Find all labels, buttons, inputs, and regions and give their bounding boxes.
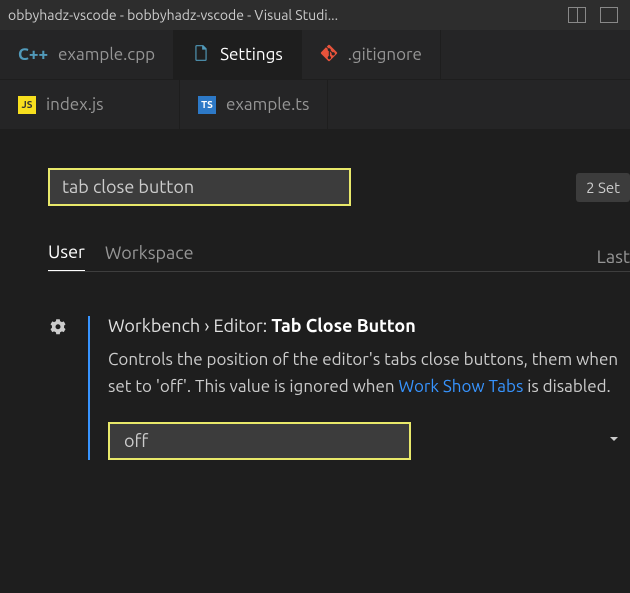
settings-search-input[interactable]: tab close button bbox=[48, 168, 351, 206]
divider bbox=[48, 271, 630, 272]
setting-title: Workbench › Editor: Tab Close Button bbox=[108, 316, 630, 336]
select-value: off bbox=[124, 431, 148, 451]
setting-description: Controls the position of the editor's ta… bbox=[108, 346, 630, 400]
editor-tabs-row-2: JS index.js TS example.ts bbox=[0, 80, 630, 130]
setting-name: Tab Close Button bbox=[271, 316, 415, 336]
setting-select-row: off bbox=[108, 422, 630, 460]
editor-tabs-row-1: C++ example.cpp Settings .gitignore bbox=[0, 30, 630, 80]
tab-example-ts[interactable]: TS example.ts bbox=[180, 80, 328, 129]
maximize-icon[interactable] bbox=[600, 7, 618, 23]
file-icon bbox=[192, 44, 210, 66]
tab-example-cpp[interactable]: C++ example.cpp bbox=[0, 30, 174, 79]
scope-user-tab[interactable]: User bbox=[48, 242, 85, 271]
window-title: obbyhadz-vscode - bobbyhadz-vscode - Vis… bbox=[8, 7, 338, 23]
tab-label: .gitignore bbox=[348, 45, 422, 64]
ts-icon: TS bbox=[198, 96, 216, 114]
setting-breadcrumb: Workbench › Editor: bbox=[108, 316, 267, 336]
split-editor-icon[interactable] bbox=[568, 7, 586, 23]
link-show-tabs[interactable]: Show Tabs bbox=[443, 377, 523, 396]
setting-content: Workbench › Editor: Tab Close Button Con… bbox=[88, 316, 630, 460]
scope-workspace-tab[interactable]: Workspace bbox=[105, 243, 194, 271]
tab-label: example.ts bbox=[226, 95, 309, 114]
gear-icon[interactable] bbox=[48, 324, 68, 342]
search-value: tab close button bbox=[62, 177, 194, 197]
tab-label: Settings bbox=[220, 45, 283, 64]
tab-gitignore[interactable]: .gitignore bbox=[302, 30, 441, 79]
tab-index-js[interactable]: JS index.js bbox=[0, 80, 180, 129]
setting-dropdown[interactable]: off bbox=[108, 422, 411, 460]
settings-search-row: tab close button 2 Set bbox=[48, 168, 630, 206]
tab-label: example.cpp bbox=[58, 45, 155, 64]
cpp-icon: C++ bbox=[18, 45, 48, 64]
chevron-down-icon[interactable] bbox=[598, 431, 630, 451]
tab-settings[interactable]: Settings bbox=[174, 30, 302, 79]
scope-last-synced[interactable]: Last bbox=[597, 247, 630, 267]
git-icon bbox=[320, 44, 338, 66]
js-icon: JS bbox=[18, 96, 36, 114]
settings-editor: tab close button 2 Set User Workspace La… bbox=[0, 130, 630, 460]
titlebar: obbyhadz-vscode - bobbyhadz-vscode - Vis… bbox=[0, 0, 630, 30]
link-workbench[interactable]: Work bbox=[399, 377, 439, 396]
window-controls bbox=[568, 7, 618, 23]
tab-label: index.js bbox=[46, 95, 103, 114]
settings-scope-tabs: User Workspace Last bbox=[48, 242, 630, 271]
setting-item: Workbench › Editor: Tab Close Button Con… bbox=[48, 316, 630, 460]
settings-count-badge: 2 Set bbox=[576, 173, 630, 202]
